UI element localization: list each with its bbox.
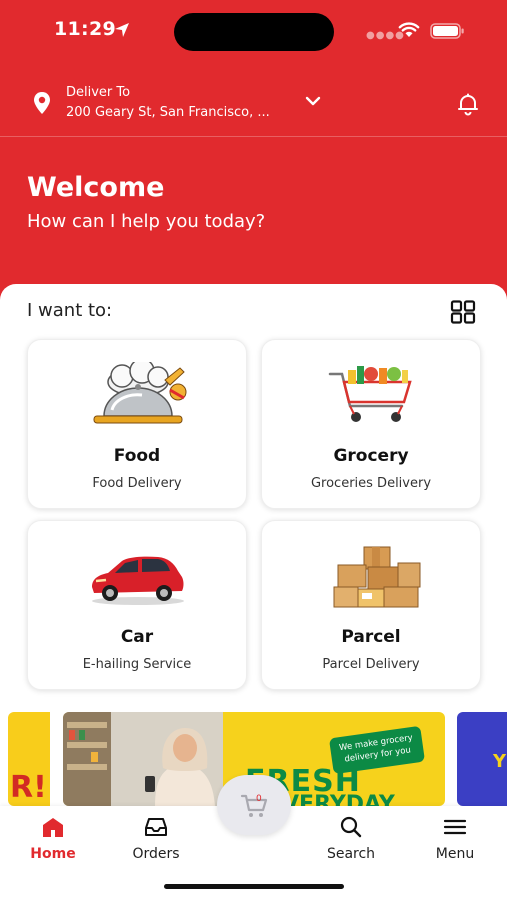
section-label: I want to: xyxy=(27,300,113,321)
shopper-photo xyxy=(63,712,223,806)
deliver-to-selector[interactable]: Deliver To 200 Geary St, San Francisco, … xyxy=(0,64,507,136)
red-car-icon xyxy=(92,556,184,605)
chevron-down-icon[interactable] xyxy=(304,94,322,108)
hamburger-menu-icon xyxy=(443,819,467,835)
shopping-cart-icon xyxy=(240,794,268,817)
search-icon xyxy=(340,816,362,838)
parcel-boxes-icon xyxy=(333,546,421,608)
service-title: Car xyxy=(120,627,154,647)
service-title: Food xyxy=(113,446,161,466)
deliver-to-label: Deliver To xyxy=(66,85,131,100)
deliver-address: 200 Geary St, San Francisco, ... xyxy=(66,105,270,120)
status-bar: 11:29 ●●●● xyxy=(0,0,507,64)
nav-search[interactable]: Search xyxy=(306,816,396,864)
food-cloche-icon xyxy=(93,362,187,424)
header: 11:29 ●●●● Deliver To 200 Geary St, San … xyxy=(0,0,507,310)
service-subtitle: E-hailing Service xyxy=(82,657,192,672)
cart-count-badge: 0 xyxy=(256,794,262,804)
battery-icon xyxy=(430,23,464,39)
header-divider xyxy=(0,136,507,137)
service-card-food[interactable]: Food Food Delivery xyxy=(27,339,247,509)
promo-banner-next[interactable]: Y xyxy=(457,712,507,806)
grid-view-icon[interactable] xyxy=(450,300,476,324)
location-arrow-icon xyxy=(115,23,129,37)
grocery-cart-icon xyxy=(328,366,412,422)
home-indicator xyxy=(164,884,344,889)
service-title: Parcel xyxy=(341,627,401,647)
dynamic-island xyxy=(174,13,334,51)
nav-home[interactable]: Home xyxy=(8,816,98,864)
service-subtitle: Food Delivery xyxy=(92,476,182,491)
nav-label: Home xyxy=(30,846,76,862)
service-subtitle: Parcel Delivery xyxy=(322,657,420,672)
service-card-car[interactable]: Car E-hailing Service xyxy=(27,520,247,690)
nav-label: Orders xyxy=(132,846,180,862)
notification-bell-icon[interactable] xyxy=(456,92,480,116)
service-subtitle: Groceries Delivery xyxy=(310,476,432,491)
nav-label: Menu xyxy=(435,846,475,862)
banner-fragment-text: Y xyxy=(493,751,507,772)
inbox-tray-icon xyxy=(145,818,167,836)
nav-menu[interactable]: Menu xyxy=(410,816,500,864)
nav-label: Search xyxy=(326,846,376,862)
cart-button[interactable]: 0 xyxy=(217,775,291,835)
welcome-title: Welcome xyxy=(27,172,165,203)
status-time: 11:29 xyxy=(54,18,116,40)
wifi-icon xyxy=(398,22,420,37)
service-title: Grocery xyxy=(333,446,409,466)
service-card-grocery[interactable]: Grocery Groceries Delivery xyxy=(261,339,481,509)
service-card-parcel[interactable]: Parcel Parcel Delivery xyxy=(261,520,481,690)
nav-orders[interactable]: Orders xyxy=(111,816,201,864)
home-icon xyxy=(43,818,63,837)
banner-fragment-text: R! xyxy=(10,770,47,805)
location-pin-icon xyxy=(34,92,50,114)
promo-banner-previous[interactable]: R! xyxy=(8,712,50,806)
welcome-subtitle: How can I help you today? xyxy=(27,211,266,232)
